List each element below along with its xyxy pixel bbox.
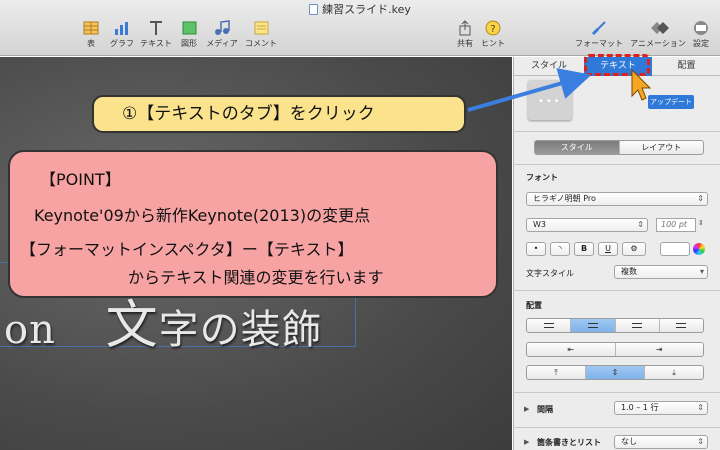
align-justify-button[interactable] xyxy=(660,319,703,332)
align-bottom-button[interactable]: ⤓ xyxy=(645,366,703,379)
toolbar-format-button[interactable]: フォーマット xyxy=(574,20,624,54)
paintbrush-icon xyxy=(590,20,608,36)
color-wheel-icon[interactable] xyxy=(693,243,705,255)
bullet-button[interactable]: • xyxy=(526,242,546,256)
bold-button[interactable]: B xyxy=(574,242,594,256)
tab-text[interactable]: テキスト xyxy=(584,57,652,76)
alignment-section-label: 配置 xyxy=(526,301,542,310)
align-right-button[interactable] xyxy=(616,319,660,332)
text-options-gear-button[interactable]: ⚙ xyxy=(622,242,646,256)
divider xyxy=(513,427,720,428)
toolbar-comment-button[interactable]: コメント xyxy=(244,20,278,54)
chart-icon xyxy=(113,20,131,36)
font-size-field[interactable]: 100 pt xyxy=(656,218,696,232)
toolbar-table-button[interactable]: 表 xyxy=(80,20,102,54)
toolbar-settings-button[interactable]: 設定 xyxy=(690,20,712,54)
text-icon xyxy=(147,20,165,36)
bullets-popup[interactable]: なし xyxy=(614,435,708,449)
vertical-alignment-segment: ⤒ ⇕ ⤓ xyxy=(526,365,704,380)
divider xyxy=(513,131,720,132)
align-left-icon xyxy=(543,323,554,328)
increase-indent-button[interactable]: ⇥ xyxy=(616,343,704,356)
divider xyxy=(513,290,720,291)
quote-button[interactable]: ◝ xyxy=(550,242,570,256)
toolbar-media-button[interactable]: メディア xyxy=(204,20,240,54)
toolbar-text-button[interactable]: テキスト xyxy=(140,20,172,54)
music-note-icon xyxy=(213,20,231,36)
tab-arrange[interactable]: 配置 xyxy=(652,57,720,76)
decrease-indent-button[interactable]: ⇤ xyxy=(527,343,616,356)
svg-text:?: ? xyxy=(490,24,495,35)
divider xyxy=(513,164,720,165)
settings-icon xyxy=(692,20,710,36)
align-justify-icon xyxy=(676,323,687,328)
align-top-button[interactable]: ⤒ xyxy=(527,366,586,379)
segment-style[interactable]: スタイル xyxy=(535,141,620,154)
character-style-popup[interactable]: 複数 xyxy=(614,265,708,279)
font-section-label: フォント xyxy=(526,173,558,182)
font-family-popup[interactable]: ヒラギノ明朝 Pro xyxy=(526,192,708,206)
underline-button[interactable]: U xyxy=(598,242,618,256)
align-middle-button[interactable]: ⇕ xyxy=(586,366,645,379)
bullets-label: 箇条書きとリスト xyxy=(537,438,601,447)
font-weight-popup[interactable]: W3 xyxy=(526,218,648,232)
document-icon xyxy=(309,4,319,15)
table-icon xyxy=(82,20,100,36)
update-style-button[interactable]: アップデート xyxy=(648,95,694,109)
bullets-disclosure-icon[interactable]: ▶ xyxy=(524,438,529,446)
spacing-label: 間隔 xyxy=(537,405,553,414)
indent-segment: ⇤ ⇥ xyxy=(526,342,704,357)
character-style-label: 文字スタイル xyxy=(526,269,574,278)
align-right-icon xyxy=(632,323,643,328)
paragraph-style-preview[interactable]: ••• xyxy=(528,80,572,120)
align-left-button[interactable] xyxy=(527,319,572,332)
callout-point: 【POINT】 Keynote'09から新作Keynote(2013)の変更点 … xyxy=(8,150,498,298)
font-size-stepper[interactable]: ⇕ xyxy=(698,219,704,227)
divider xyxy=(513,392,720,393)
segment-layout[interactable]: レイアウト xyxy=(620,141,704,154)
align-center-button[interactable] xyxy=(571,319,616,332)
align-center-icon xyxy=(587,323,598,328)
question-icon: ? xyxy=(484,20,502,36)
spacing-disclosure-icon[interactable]: ▶ xyxy=(524,405,529,413)
inspector-tabs: スタイル テキスト 配置 xyxy=(514,57,720,76)
share-icon xyxy=(456,20,474,36)
horizontal-alignment-segment xyxy=(526,318,704,333)
toolbar-share-button[interactable]: 共有 xyxy=(454,20,476,54)
toolbar-tips-button[interactable]: ? ヒント xyxy=(480,20,506,54)
toolbar-shape-button[interactable]: 図形 xyxy=(178,20,200,54)
callout-click-text-tab: ①【テキストのタブ】をクリック xyxy=(92,95,466,133)
animation-diamond-icon xyxy=(649,20,669,36)
shape-icon xyxy=(180,20,198,36)
window-toolbar: 練習スライド.key 表 グラフ テキスト 図形 メディア コメント 共有 ? … xyxy=(0,0,720,56)
tab-style[interactable]: スタイル xyxy=(514,57,584,76)
comment-icon xyxy=(252,20,270,36)
toolbar-chart-button[interactable]: グラフ xyxy=(108,20,136,54)
toolbar-animate-button[interactable]: アニメーション xyxy=(630,20,686,54)
ellipsis-icon: ••• xyxy=(538,96,562,107)
style-layout-segment: スタイル レイアウト xyxy=(534,140,704,155)
text-color-well[interactable] xyxy=(660,242,690,256)
spacing-popup[interactable]: 1.0 – 1 行 xyxy=(614,401,708,415)
window-title: 練習スライド.key xyxy=(0,1,720,17)
